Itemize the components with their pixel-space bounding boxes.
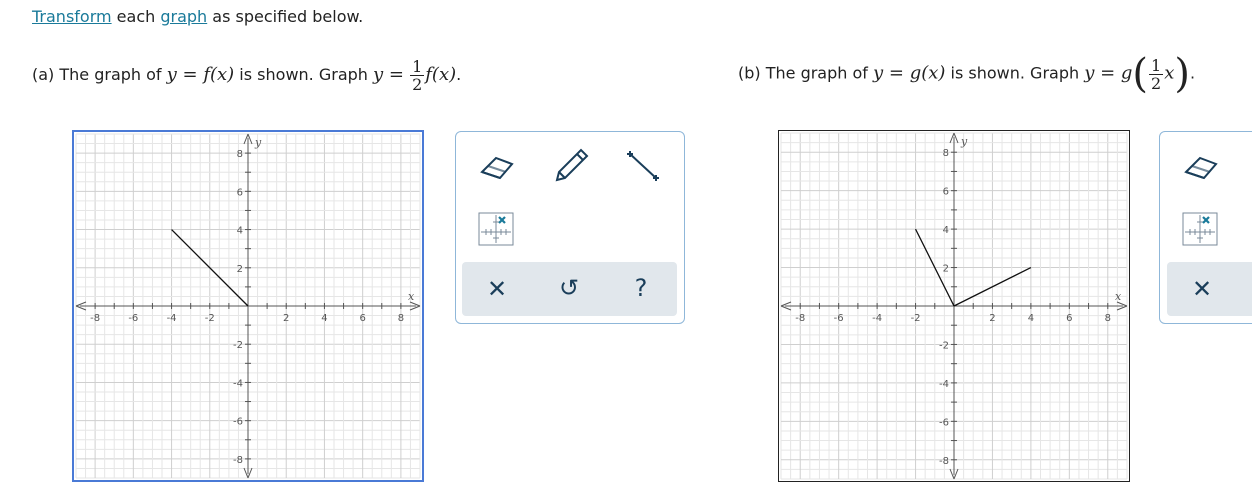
part-b-label: (b) The graph of: [738, 63, 873, 83]
graph-b-y-tick-label: 2: [943, 264, 949, 275]
part-b-fraction: 12: [1149, 55, 1164, 93]
right-paren: ): [1174, 51, 1190, 97]
pencil-icon[interactable]: [551, 146, 591, 190]
graph-b-y-axis-label: y: [960, 135, 968, 148]
graph-a-x-tick-label: -6: [128, 313, 138, 324]
graph-link[interactable]: graph: [160, 7, 207, 26]
part-b-target-rhs: x: [1164, 62, 1175, 84]
part-a-label: (a) The graph of: [32, 65, 167, 84]
graph-b-y-tick-label: 6: [943, 187, 949, 198]
graph-b-x-tick-label: -4: [872, 313, 882, 324]
graph-b-y-tick-label: -2: [939, 340, 949, 351]
graph-a-y-tick-label: -2: [233, 340, 243, 351]
graph-a-x-tick-label: 8: [398, 313, 404, 324]
graph-b-x-tick-label: -8: [795, 313, 805, 324]
graph-a-x-tick-label: 2: [283, 313, 289, 324]
help-button[interactable]: ?: [625, 274, 657, 302]
left-paren: (: [1132, 51, 1149, 97]
graph-a-y-tick-label: 2: [237, 264, 243, 275]
part-a-given-function: y = f(x): [166, 64, 235, 85]
line-segment-icon[interactable]: [624, 148, 664, 190]
eraser-icon[interactable]: [1182, 150, 1222, 188]
graph-a-x-axis-label: x: [408, 290, 415, 303]
graph-b-y-tick-label: 8: [943, 148, 949, 159]
graph-b-toolbar: ✕: [1159, 131, 1252, 324]
graph-a-x-tick-label: -2: [205, 313, 215, 324]
graph-b-x-tick-label: 4: [1028, 313, 1034, 324]
undo-button[interactable]: ↺: [553, 274, 585, 302]
graph-b-controls: ✕: [1167, 262, 1252, 316]
part-b-end: .: [1189, 63, 1196, 83]
graph-b-x-tick-label: -6: [834, 313, 844, 324]
part-b-target-lhs: y = g: [1084, 62, 1133, 84]
part-b-mid: is shown. Graph: [945, 63, 1085, 83]
clear-button[interactable]: ✕: [1186, 275, 1218, 303]
transform-link[interactable]: Transform: [32, 7, 112, 26]
graph-a-x-tick-label: -8: [90, 313, 100, 324]
part-a-end: .: [456, 65, 462, 84]
graph-b-x-tick-label: 6: [1066, 313, 1072, 324]
graph-a-y-tick-label: -4: [233, 378, 243, 389]
graph-b-canvas[interactable]: -8 -6 -4 -2 2 4 6 8 8 6 4 2 -2 -4 -6 -8 x y: [778, 130, 1130, 482]
graph-point-icon[interactable]: [1182, 212, 1218, 250]
part-a-mid: is shown. Graph: [234, 65, 373, 84]
graph-a-plot[interactable]: -8 -6 -4 -2 2 4 6 8 8 6 4 2 -2 -4 -6 -8 x y: [74, 132, 422, 480]
part-a-target-lhs: y =: [373, 64, 404, 85]
graph-point-icon[interactable]: [478, 212, 514, 250]
part-a-target-rhs: f(x): [425, 64, 457, 85]
graph-a-canvas[interactable]: -8 -6 -4 -2 2 4 6 8 8 6 4 2 -2 -4 -6 -8 x y: [72, 130, 424, 482]
eraser-icon[interactable]: [478, 150, 518, 188]
graph-b-x-tick-label: -2: [911, 313, 921, 324]
graph-b-plot[interactable]: -8 -6 -4 -2 2 4 6 8 8 6 4 2 -2 -4 -6 -8 x y: [779, 131, 1129, 481]
graph-b-x-tick-label: 2: [989, 313, 995, 324]
graph-a-controls: ✕ ↺ ?: [462, 262, 677, 316]
graph-a-x-tick-label: 6: [359, 313, 365, 324]
graph-b-x-tick-label: 8: [1105, 313, 1111, 324]
instructions: Transform each graph as specified below.: [32, 7, 363, 26]
graph-b-y-tick-label: -4: [939, 379, 949, 390]
graph-a-x-tick-label: -4: [167, 313, 177, 324]
graph-a-y-tick-label: 4: [237, 226, 243, 237]
graph-a-y-tick-label: 8: [237, 149, 243, 160]
part-a-fraction: 12: [410, 57, 425, 94]
graph-b-y-tick-label: 4: [943, 225, 949, 236]
instruction-text: each: [111, 7, 161, 26]
graph-a-y-axis-label: y: [254, 136, 262, 149]
part-a-statement: (a) The graph of y = f(x) is shown. Grap…: [32, 58, 461, 93]
graph-b-y-tick-label: -8: [939, 456, 949, 467]
part-b-statement: (b) The graph of y = g(x) is shown. Grap…: [738, 54, 1195, 94]
graph-a-toolbar: ✕ ↺ ?: [455, 131, 685, 324]
graph-b-y-tick-label: -6: [939, 417, 949, 428]
graph-a-x-tick-label: 4: [321, 313, 327, 324]
graph-a-y-tick-label: -6: [233, 417, 243, 428]
clear-button[interactable]: ✕: [481, 275, 513, 303]
graph-a-y-tick-label: 6: [237, 187, 243, 198]
part-b-given-function: y = g(x): [873, 62, 946, 84]
graph-a-y-tick-label: -8: [233, 455, 243, 466]
graph-b-x-axis-label: x: [1115, 290, 1122, 303]
instruction-text-end: as specified below.: [207, 7, 364, 26]
